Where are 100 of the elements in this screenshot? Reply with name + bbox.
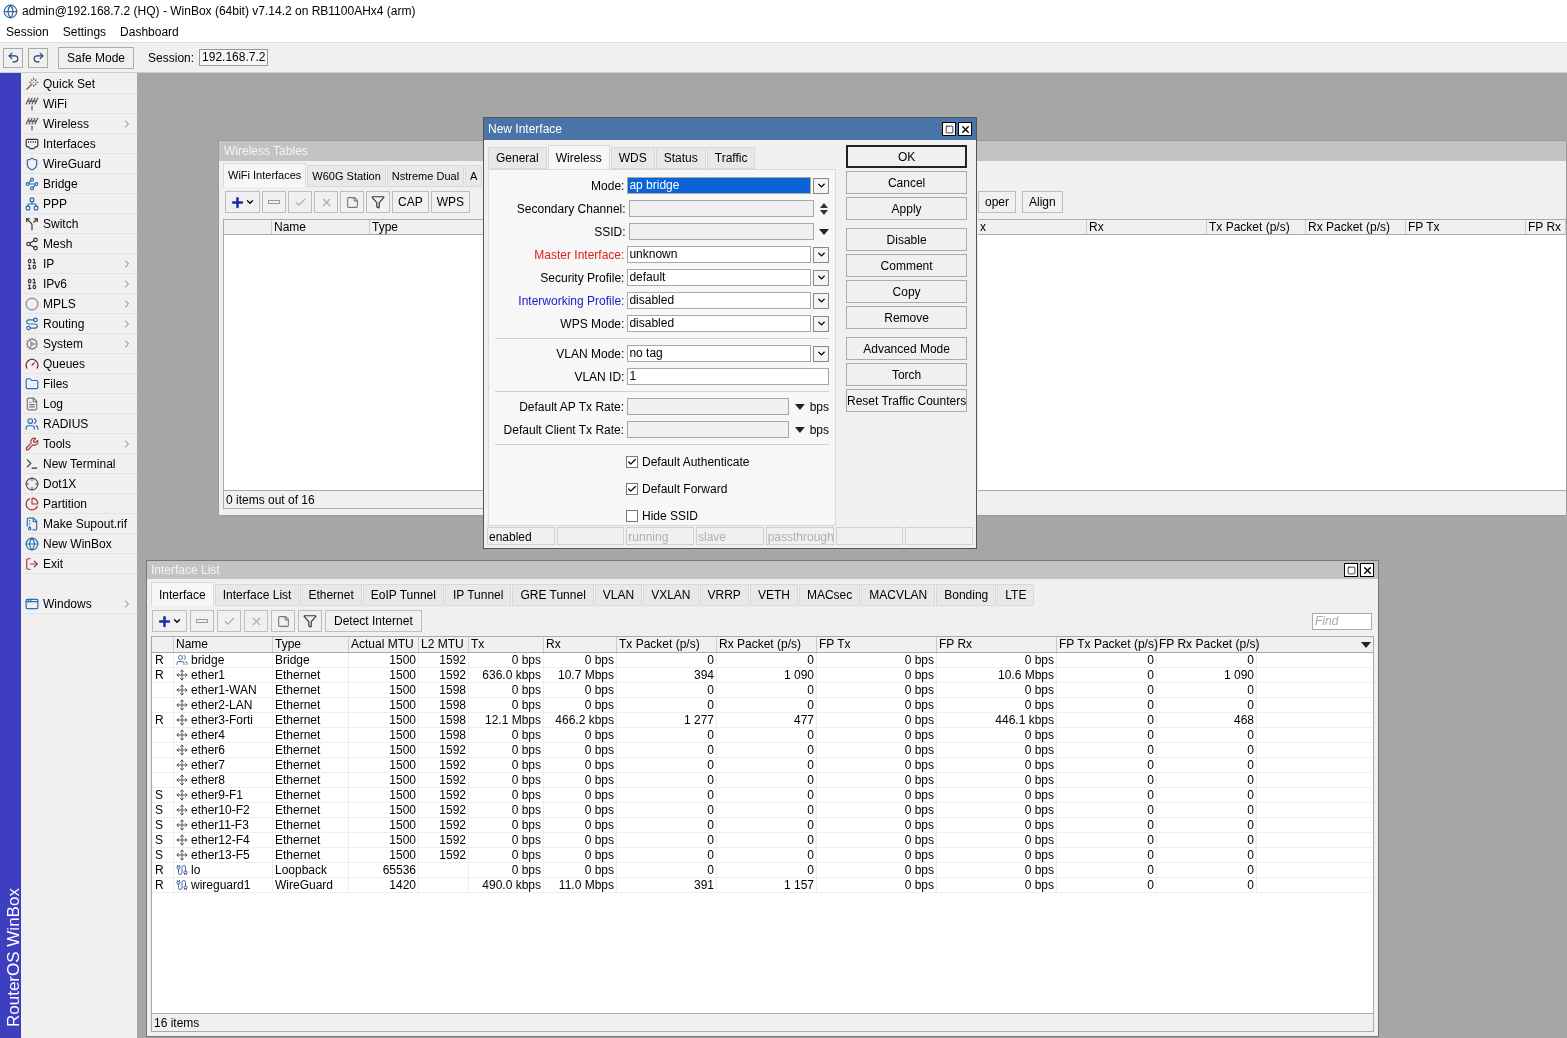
filter-button[interactable]: [298, 610, 322, 632]
column-header[interactable]: FP Rx: [1526, 220, 1566, 234]
column-header[interactable]: FP Tx Packet (p/s): [1057, 637, 1157, 652]
dropdown-field[interactable]: ap bridge: [627, 177, 812, 194]
toolbar-button[interactable]: CAP: [392, 191, 429, 213]
column-header[interactable]: FP Tx: [817, 637, 937, 652]
column-header[interactable]: Tx Packet (p/s): [617, 637, 717, 652]
checkbox[interactable]: Default Authenticate: [626, 453, 829, 471]
dialog-button[interactable]: Torch: [846, 363, 968, 386]
tab[interactable]: Wireless: [547, 145, 610, 169]
column-header[interactable]: Actual MTU: [349, 637, 419, 652]
dropdown-button[interactable]: [813, 292, 829, 309]
sidebar-item[interactable]: Routing: [21, 314, 137, 334]
dialog-button[interactable]: Copy: [846, 280, 968, 303]
column-header[interactable]: Type: [273, 637, 349, 652]
dropdown-arrow-icon[interactable]: [794, 426, 805, 433]
column-header[interactable]: Tx: [469, 637, 544, 652]
tab[interactable]: Bonding: [936, 584, 997, 606]
table-row[interactable]: R bridge Bridge 1500 1592 0 bps 0 bps 0 0 0 bps 0 bps 0 0: [152, 653, 1373, 668]
tab[interactable]: General: [488, 147, 547, 169]
dropdown-field[interactable]: default: [627, 269, 812, 286]
redo-button[interactable]: [28, 47, 48, 68]
column-header[interactable]: L2 MTU: [419, 637, 469, 652]
table-row[interactable]: ether6 Ethernet 1500 1592 0 bps 0 bps 0 0 0 bps 0 bps 0 0: [152, 743, 1373, 758]
dropdown-button[interactable]: [813, 269, 829, 286]
tab[interactable]: GRE Tunnel: [512, 584, 594, 606]
table-row[interactable]: S ether9-F1 Ethernet 1500 1592 0 bps 0 bps 0 0 0 bps 0 bps 0 0: [152, 788, 1373, 803]
dialog-button[interactable]: Reset Traffic Counters: [846, 389, 968, 412]
toolbar-button[interactable]: oper: [978, 191, 1017, 213]
column-header[interactable]: x: [978, 220, 1087, 234]
column-header[interactable]: Name: [272, 220, 370, 234]
table-row[interactable]: S ether13-F5 Ethernet 1500 1592 0 bps 0 bps 0 0 0 bps 0 bps 0 0: [152, 848, 1373, 863]
table-row[interactable]: ether1-WAN Ethernet 1500 1598 0 bps 0 bps 0 0 0 bps 0 bps 0 0: [152, 683, 1373, 698]
menu-item[interactable]: Session: [6, 23, 49, 41]
dialog-button[interactable]: Apply: [846, 197, 968, 220]
dialog-button[interactable]: Advanced Mode: [846, 337, 968, 360]
dropdown-button[interactable]: [813, 177, 829, 194]
detect-internet-button[interactable]: Detect Internet: [325, 610, 422, 632]
tab[interactable]: Ethernet: [300, 584, 362, 606]
tab[interactable]: VRRP: [699, 584, 749, 606]
column-header[interactable]: Rx Packet (p/s): [1306, 220, 1406, 234]
table-row[interactable]: ether4 Ethernet 1500 1598 0 bps 0 bps 0 0 0 bps 0 bps 0 0: [152, 728, 1373, 743]
table-row[interactable]: ether8 Ethernet 1500 1592 0 bps 0 bps 0 0 0 bps 0 bps 0 0: [152, 773, 1373, 788]
column-menu-icon[interactable]: [1361, 641, 1371, 648]
table-row[interactable]: R ether3-Forti Ethernet 1500 1598 12.1 Mbps 466.2 kbps 1 277 477 0 bps 446.1 kbps 0 468: [152, 713, 1373, 728]
input-field[interactable]: [627, 398, 789, 415]
dialog-button[interactable]: Disable: [846, 228, 968, 251]
filter-button[interactable]: [366, 191, 390, 213]
column-header[interactable]: FP Rx Packet (p/s): [1157, 637, 1257, 652]
tab[interactable]: VXLAN: [643, 584, 699, 606]
column-header[interactable]: FP Tx: [1406, 220, 1526, 234]
input-field[interactable]: 1: [627, 368, 829, 385]
input-field[interactable]: [627, 421, 789, 438]
safe-mode-button[interactable]: Safe Mode: [58, 46, 135, 69]
tab[interactable]: Status: [655, 147, 706, 169]
add-button[interactable]: [225, 191, 260, 213]
column-header[interactable]: Type: [370, 220, 484, 234]
spin-arrows-icon[interactable]: [819, 201, 829, 216]
session-field[interactable]: 192.168.7.2: [199, 49, 269, 66]
dropdown-arrow-icon[interactable]: [794, 403, 805, 410]
column-header[interactable]: Rx Packet (p/s): [717, 637, 817, 652]
tab[interactable]: IP Tunnel: [444, 584, 512, 606]
table-row[interactable]: ether7 Ethernet 1500 1592 0 bps 0 bps 0 0 0 bps 0 bps 0 0: [152, 758, 1373, 773]
input-field[interactable]: [628, 223, 815, 240]
column-header[interactable]: FP Rx: [937, 637, 1057, 652]
menu-item[interactable]: Settings: [62, 23, 107, 41]
close-button[interactable]: [1360, 563, 1374, 577]
add-button[interactable]: [152, 610, 187, 632]
dropdown-field[interactable]: unknown: [627, 246, 812, 263]
tab[interactable]: MACsec: [798, 584, 861, 606]
dropdown-field[interactable]: disabled: [627, 315, 812, 332]
menu-item[interactable]: Dashboard: [120, 23, 179, 41]
toolbar-button[interactable]: WPS: [430, 191, 471, 213]
sidebar-item[interactable]: New WinBox: [21, 534, 137, 554]
tab[interactable]: A: [465, 165, 483, 187]
tab[interactable]: Interface List: [214, 584, 300, 606]
checkbox[interactable]: Hide SSID: [626, 507, 829, 525]
column-header[interactable]: Name: [174, 637, 273, 652]
tab[interactable]: MACVLAN: [861, 584, 936, 606]
table-row[interactable]: R wireguard1 WireGuard 1420 490.0 kbps 11.0 Mbps 391 1 157 0 bps 0 bps 0 0: [152, 878, 1373, 893]
tab[interactable]: WDS: [610, 147, 655, 169]
tab[interactable]: VLAN: [594, 584, 643, 606]
tab[interactable]: LTE: [997, 584, 1035, 606]
dropdown-field[interactable]: disabled: [627, 292, 812, 309]
tab[interactable]: EoIP Tunnel: [362, 584, 444, 606]
undo-button[interactable]: [3, 47, 23, 68]
dropdown-arrow-icon[interactable]: [819, 228, 829, 235]
table-row[interactable]: S ether12-F4 Ethernet 1500 1592 0 bps 0 bps 0 0 0 bps 0 bps 0 0: [152, 833, 1373, 848]
table-row[interactable]: R ether1 Ethernet 1500 1592 636.0 kbps 10.7 Mbps 394 1 090 0 bps 10.6 Mbps 0 1 090: [152, 668, 1373, 683]
column-header[interactable]: Rx: [1087, 220, 1207, 234]
table-row[interactable]: R lo Loopback 65536 0 bps 0 bps 0 0 0 bps 0 bps 0 0: [152, 863, 1373, 878]
dropdown-button[interactable]: [813, 345, 829, 362]
dropdown-field[interactable]: no tag: [627, 345, 812, 362]
dropdown-button[interactable]: [813, 246, 829, 263]
tab[interactable]: VETH: [749, 584, 798, 606]
dropdown-button[interactable]: [813, 315, 829, 332]
dialog-button[interactable]: Remove: [846, 306, 968, 329]
dialog-button[interactable]: Comment: [846, 254, 968, 277]
comment-button[interactable]: [271, 610, 295, 632]
dialog-button[interactable]: Cancel: [846, 171, 968, 194]
